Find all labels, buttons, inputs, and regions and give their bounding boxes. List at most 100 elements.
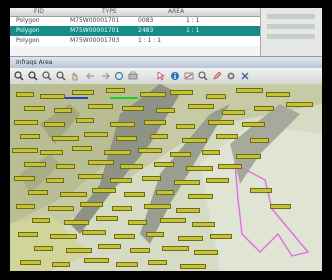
zoom-in-icon[interactable] xyxy=(42,71,52,81)
table-row[interactable]: Polygon M75W00001703 1 : 1 : 1 xyxy=(10,36,260,46)
map-feature-label[interactable] xyxy=(88,160,114,165)
column-header[interactable]: AREA xyxy=(168,8,184,16)
map-feature-label[interactable] xyxy=(50,234,77,239)
map-feature-label[interactable] xyxy=(84,258,109,263)
map-feature-label[interactable] xyxy=(52,136,79,141)
map-feature-label[interactable] xyxy=(12,148,38,153)
map-feature-label[interactable] xyxy=(104,150,131,155)
map-feature-label[interactable] xyxy=(186,166,213,171)
map-feature-label[interactable] xyxy=(24,162,46,167)
map-feature-label[interactable] xyxy=(176,124,195,129)
map-feature-label[interactable] xyxy=(64,220,89,225)
map-feature-label[interactable] xyxy=(84,132,108,137)
map-feature-label[interactable] xyxy=(242,122,265,127)
map-feature-label[interactable] xyxy=(210,234,232,239)
map-feature-label[interactable] xyxy=(116,136,137,141)
map-feature-label[interactable] xyxy=(110,122,135,127)
zoom-in-icon[interactable] xyxy=(14,71,24,81)
map-feature-label[interactable] xyxy=(130,248,150,253)
map-feature-label[interactable] xyxy=(178,236,203,241)
map-feature-label[interactable] xyxy=(162,246,189,251)
map-feature-label[interactable] xyxy=(192,222,215,227)
settings-icon[interactable] xyxy=(226,71,236,81)
map-feature-label[interactable] xyxy=(122,106,144,111)
map-feature-label[interactable] xyxy=(40,94,65,99)
edit-icon[interactable] xyxy=(212,71,222,81)
pan-icon[interactable] xyxy=(70,71,80,81)
close-icon[interactable] xyxy=(240,71,250,81)
map-feature-label[interactable] xyxy=(96,216,118,221)
map-feature-label[interactable] xyxy=(144,204,171,209)
map-canvas[interactable] xyxy=(10,84,322,271)
map-feature-label[interactable] xyxy=(78,174,103,179)
map-feature-label[interactable] xyxy=(20,134,40,139)
map-feature-label[interactable] xyxy=(44,122,65,127)
map-feature-label[interactable] xyxy=(32,218,50,223)
map-feature-label[interactable] xyxy=(116,262,138,267)
map-feature-label[interactable] xyxy=(270,204,291,209)
map-feature-label[interactable] xyxy=(76,118,94,123)
map-feature-label[interactable] xyxy=(82,230,106,235)
map-feature-label[interactable] xyxy=(110,178,132,183)
map-feature-label[interactable] xyxy=(56,164,75,169)
select-icon[interactable] xyxy=(156,71,166,81)
map-feature-label[interactable] xyxy=(170,152,191,157)
map-feature-label[interactable] xyxy=(180,264,206,269)
map-feature-label[interactable] xyxy=(206,178,229,183)
zoom-out-icon[interactable] xyxy=(28,71,38,81)
map-feature-label[interactable] xyxy=(88,104,113,109)
map-feature-label[interactable] xyxy=(188,104,214,109)
map-feature-label[interactable] xyxy=(182,138,207,143)
map-feature-label[interactable] xyxy=(98,244,121,249)
map-feature-label[interactable] xyxy=(72,90,94,95)
map-feature-label[interactable] xyxy=(146,232,164,237)
map-feature-label[interactable] xyxy=(150,134,168,139)
map-feature-label[interactable] xyxy=(24,106,45,111)
map-feature-label[interactable] xyxy=(250,138,269,143)
map-feature-label[interactable] xyxy=(236,154,261,159)
map-feature-label[interactable] xyxy=(48,206,74,211)
map-feature-label[interactable] xyxy=(140,92,166,97)
map-feature-label[interactable] xyxy=(222,110,245,115)
map-feature-label[interactable] xyxy=(66,248,92,253)
column-header[interactable]: FID xyxy=(34,8,44,16)
map-feature-label[interactable] xyxy=(28,190,48,195)
map-feature-label[interactable] xyxy=(114,234,135,239)
info-icon[interactable] xyxy=(170,71,180,81)
zoom-out-icon[interactable] xyxy=(56,71,66,81)
map-feature-label[interactable] xyxy=(156,108,175,113)
table-row[interactable]: Polygon M75W00001701 0083 1 : 1 xyxy=(10,16,260,26)
map-feature-label[interactable] xyxy=(202,150,220,155)
map-feature-label[interactable] xyxy=(54,108,72,113)
map-feature-label[interactable] xyxy=(112,206,132,211)
search-icon[interactable] xyxy=(198,71,208,81)
map-feature-label[interactable] xyxy=(72,146,92,151)
map-feature-label[interactable] xyxy=(216,134,238,139)
map-feature-label[interactable] xyxy=(286,102,313,107)
map-feature-label[interactable] xyxy=(46,178,64,183)
map-feature-label[interactable] xyxy=(218,164,242,169)
map-feature-label[interactable] xyxy=(16,92,34,97)
table-row-selected[interactable]: Polygon M75W00001701 2483 1 : 1 xyxy=(10,26,260,36)
map-feature-label[interactable] xyxy=(138,148,162,153)
map-feature-label[interactable] xyxy=(160,218,186,223)
map-feature-label[interactable] xyxy=(52,262,70,267)
map-feature-label[interactable] xyxy=(148,260,167,265)
map-feature-label[interactable] xyxy=(194,250,218,255)
map-feature-label[interactable] xyxy=(208,120,234,125)
map-feature-label[interactable] xyxy=(156,190,174,195)
measure-icon[interactable] xyxy=(184,71,194,81)
map-feature-label[interactable] xyxy=(40,150,63,155)
map-feature-label[interactable] xyxy=(142,176,161,181)
map-feature-label[interactable] xyxy=(176,208,200,213)
map-feature-label[interactable] xyxy=(14,176,35,181)
map-feature-label[interactable] xyxy=(128,220,147,225)
map-feature-label[interactable] xyxy=(170,90,193,95)
forward-icon[interactable] xyxy=(100,71,110,81)
map-feature-label[interactable] xyxy=(174,180,200,185)
column-header[interactable]: TYPE xyxy=(102,8,117,16)
print-icon[interactable] xyxy=(128,71,138,81)
map-feature-label[interactable] xyxy=(124,192,145,197)
map-feature-label[interactable] xyxy=(106,88,125,93)
map-feature-label[interactable] xyxy=(266,92,290,97)
